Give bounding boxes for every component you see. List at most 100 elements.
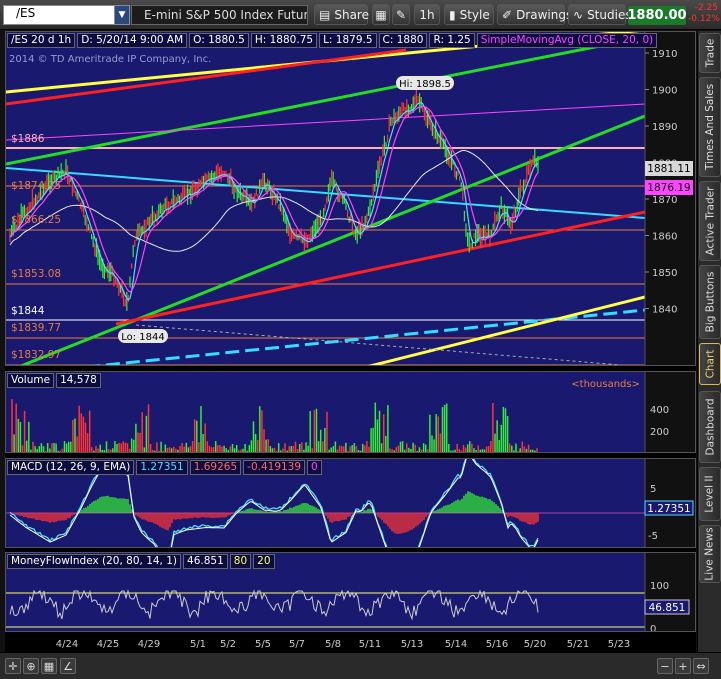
tab-trade-label: Trade <box>704 38 716 68</box>
period-cell[interactable]: /ES 20 d 1h <box>7 33 76 48</box>
tab-active-trader[interactable]: Active Trader <box>699 181 721 261</box>
tab-live-news[interactable]: Live News <box>699 525 721 583</box>
studies-button[interactable]: ∿ Studies <box>568 4 632 25</box>
crosshair-icon[interactable]: ✛ <box>5 658 21 674</box>
bottom-toolbar: ✛ ⊕ ▦ ∠ − + ⇔ <box>0 652 721 679</box>
tab-big-buttons-label: Big Buttons <box>704 271 717 333</box>
mfi-label[interactable]: MoneyFlowIndex (20, 80, 14, 1) <box>7 554 182 569</box>
timeframe-button[interactable]: 1h <box>414 4 440 25</box>
zoom-in-icon[interactable]: + <box>675 658 691 674</box>
x-axis-label: 5/14 <box>445 639 467 650</box>
price-header: /ES 20 d 1h D: 5/20/14 9:00 AM O: 1880.5… <box>7 33 658 48</box>
price-tick-label: 1910 <box>652 49 677 60</box>
copyright: 2014 © TD Ameritrade IP Company, Inc. <box>9 54 212 65</box>
mfi-scale-100: 100 <box>650 581 669 592</box>
share-button[interactable]: ▤ Share <box>314 4 369 25</box>
x-axis-label: 5/7 <box>289 639 305 650</box>
level-label-6: $1832.97 <box>11 349 62 361</box>
x-axis-label: 5/23 <box>608 639 630 650</box>
last-price: 1880.00 <box>627 6 687 25</box>
mfi-value: 46.851 <box>183 554 228 569</box>
low-cell: L: 1879.5 <box>319 33 377 48</box>
range-cell: R: 1.25 <box>429 33 475 48</box>
x-axis-label: 5/21 <box>567 639 589 650</box>
price-tick-label: 1860 <box>652 232 677 243</box>
price-tick-label: 1850 <box>652 268 677 279</box>
chart-area[interactable]: Hi: 1898.5 Lo: 1844 19101900189018801870… <box>5 31 696 652</box>
chart-type-icon[interactable]: ▦ <box>372 4 390 25</box>
style-icon: ▮ <box>449 7 456 22</box>
macd-value: 1.27351 <box>136 460 188 475</box>
level-label-5: $1839.77 <box>11 322 62 334</box>
zoom-out-icon[interactable]: − <box>657 658 673 674</box>
price-tick-label: 1900 <box>652 86 677 97</box>
tab-chart[interactable]: Chart <box>699 343 721 385</box>
x-axis-label: 5/13 <box>401 639 423 650</box>
x-axis-label: 5/1 <box>190 639 206 650</box>
macd-diff-value: -0.419139 <box>243 460 306 475</box>
tab-big-buttons[interactable]: Big Buttons <box>699 265 721 339</box>
tab-dashboard[interactable]: Dashboard <box>699 391 721 463</box>
vol-scale-400: 400 <box>650 405 669 416</box>
wrench-icon[interactable]: ✎ <box>392 4 410 25</box>
level-label-3: $1853.08 <box>11 268 62 280</box>
study-cell[interactable]: SimpleMovingAvg (CLOSE, 20, 0) <box>476 33 658 48</box>
level-label-2: $1866.25 <box>11 214 62 226</box>
x-axis-label: 4/25 <box>97 639 119 650</box>
date-cell: D: 5/20/14 9:00 AM <box>77 33 188 48</box>
level-label-0: $1886 <box>11 133 45 145</box>
volume-panel[interactable]: 400 200 <thousands> Volume 14,578 <box>5 371 696 453</box>
macd-zero-value: 0 <box>307 460 322 475</box>
drawings-button[interactable]: ✐ Drawings <box>497 4 572 25</box>
side-tabs: Trade Times And Sales Active Trader Big … <box>697 31 721 652</box>
tab-level-ii[interactable]: Level II <box>699 467 721 521</box>
volume-label[interactable]: Volume <box>7 373 55 388</box>
price-tick-label: 1890 <box>652 122 677 133</box>
x-axis-label: 5/16 <box>486 639 508 650</box>
lo-label: Lo: 1844 <box>121 332 165 343</box>
close-cell: C: 1880 <box>378 33 428 48</box>
share-icon: ▤ <box>319 7 331 22</box>
level-label-4: $1844 <box>11 305 45 317</box>
open-cell: O: 1880.5 <box>189 33 249 48</box>
symbol-dropdown-icon[interactable]: ▼ <box>114 5 130 25</box>
mfi-ob-value: 80 <box>229 554 252 569</box>
pct-change: -0.12% <box>688 14 720 24</box>
tab-chart-label: Chart <box>704 349 717 379</box>
tab-trade[interactable]: Trade <box>699 33 721 73</box>
price-tick-label: 1870 <box>652 195 677 206</box>
symbol-description: E-mini S&P 500 Index Futures,ET... <box>131 5 308 25</box>
studies-label: Studies <box>587 7 632 22</box>
macd-scale-5: 5 <box>650 484 656 495</box>
x-axis-label: 5/8 <box>325 639 341 650</box>
price-change: -2.25 -0.12% <box>688 3 720 25</box>
pencil-icon: ✐ <box>502 7 513 22</box>
price-tick-label: 1840 <box>652 305 677 316</box>
macd-avg-value: 1.69265 <box>189 460 242 475</box>
price-panel[interactable]: Hi: 1898.5 Lo: 1844 19101900189018801870… <box>5 31 696 366</box>
mfi-os-value: 20 <box>253 554 275 569</box>
pan-icon[interactable]: ▦ <box>41 658 57 674</box>
mfi-panel[interactable]: 100 50 0 46.851 MoneyFlowIndex (20, 80, … <box>5 552 696 632</box>
tab-times-and-sales[interactable]: Times And Sales <box>699 77 721 177</box>
level-label-1: $1874.75 <box>11 180 62 192</box>
expand-icon[interactable]: ⇔ <box>693 658 709 674</box>
volume-svg: 400 200 <thousands> <box>6 372 695 452</box>
draw-line-icon[interactable]: ∠ <box>60 658 76 674</box>
zoom-icon[interactable]: ⊕ <box>23 658 39 674</box>
studies-icon: ∿ <box>573 7 584 22</box>
mfi-scale-0: 0 <box>650 624 656 632</box>
symbol-input[interactable]: /ES <box>3 5 129 25</box>
tab-times-and-sales-label: Times And Sales <box>704 83 717 171</box>
x-axis: 4/24 4/25 4/29 5/1 5/2 5/5 5/7 5/8 5/11 5/13 5/14 5… <box>5 634 696 652</box>
style-label: Style <box>459 7 490 22</box>
macd-label[interactable]: MACD (12, 26, 9, EMA) <box>7 460 135 475</box>
vol-scale-200: 200 <box>650 427 669 438</box>
sma-bubble-text: 1876.19 <box>647 182 690 194</box>
macd-panel[interactable]: 5 -5 1.27351 MACD (12, 26, 9, EMA) 1.273… <box>5 458 696 548</box>
style-button[interactable]: ▮ Style <box>444 4 494 25</box>
high-cell: H: 1880.75 <box>250 33 318 48</box>
x-axis-label: 5/11 <box>359 639 381 650</box>
price-chart-svg: Hi: 1898.5 Lo: 1844 19101900189018801870… <box>6 32 695 365</box>
drawings-label: Drawings <box>516 7 573 22</box>
